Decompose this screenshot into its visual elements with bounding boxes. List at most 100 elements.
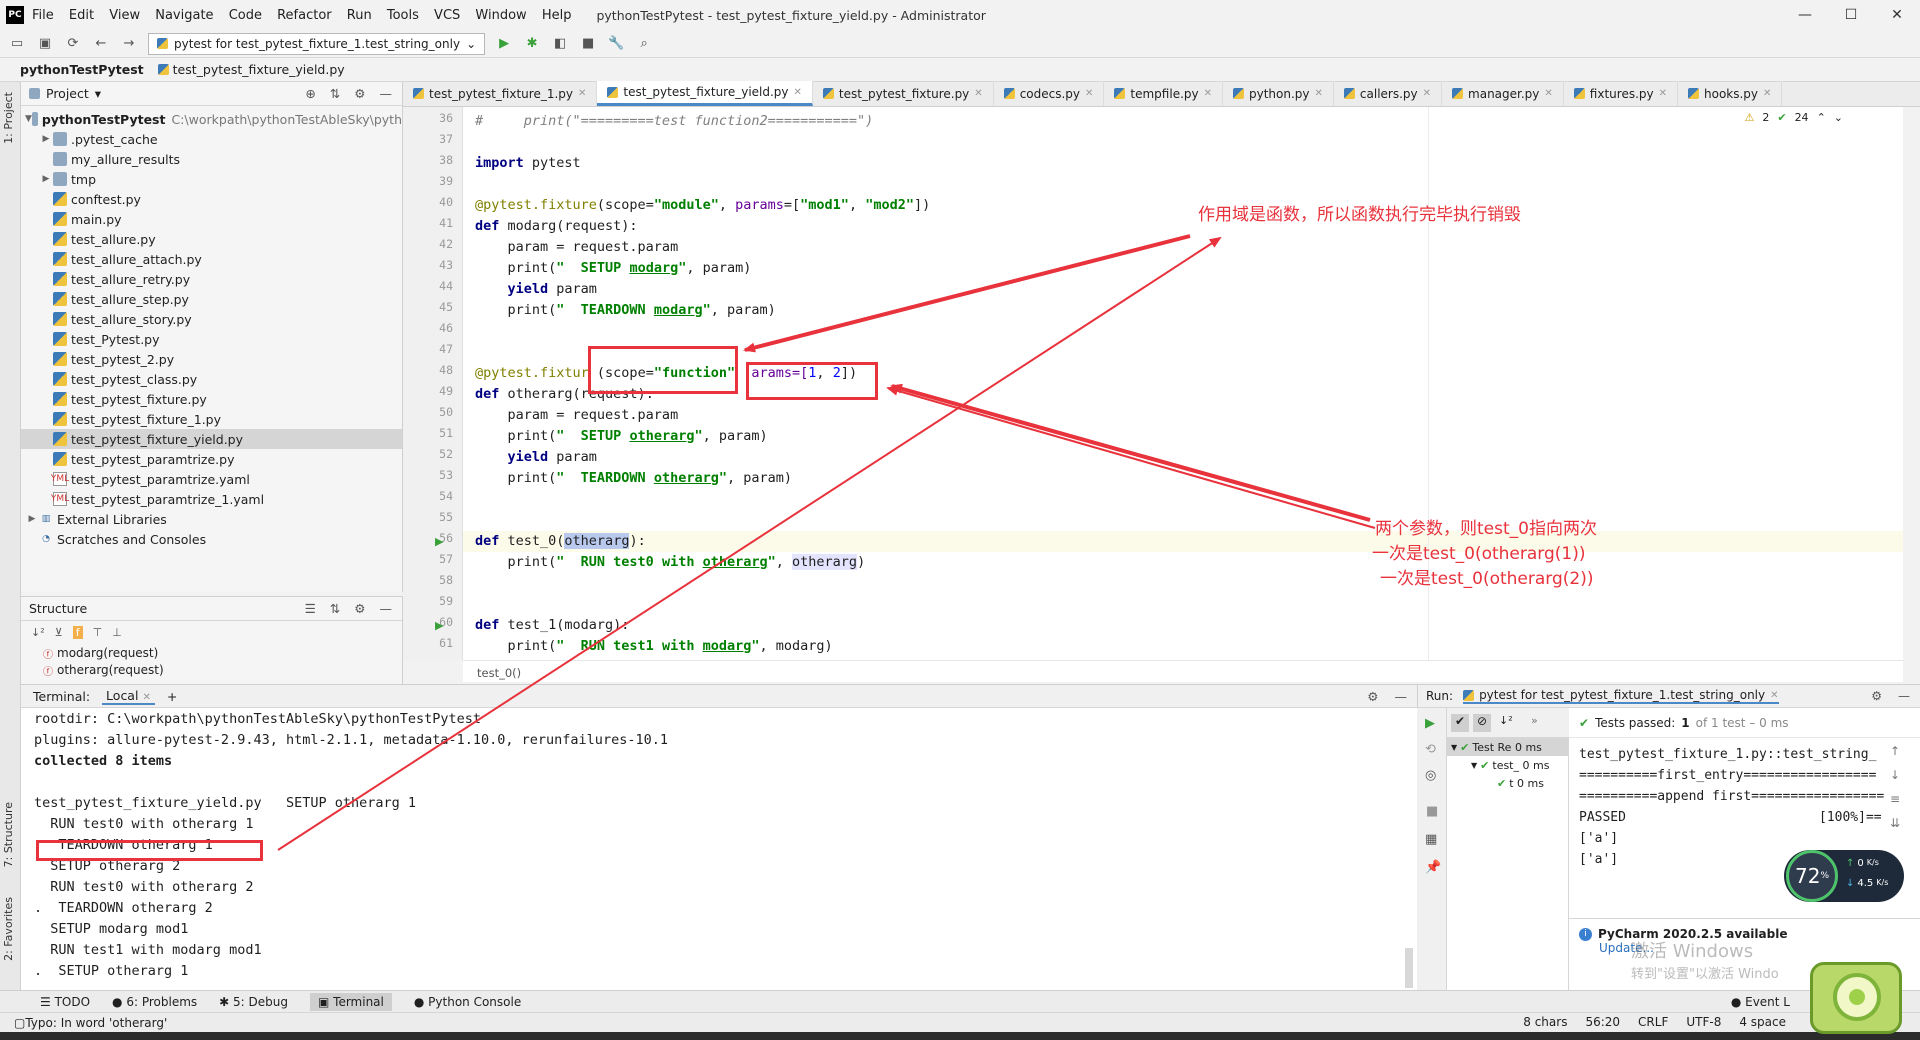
tree-item[interactable]: test_allure_story.py: [21, 309, 402, 329]
run-config-select[interactable]: pytest for test_pytest_fixture_1.test_st…: [148, 32, 486, 55]
tree-item[interactable]: my_allure_results: [21, 149, 402, 169]
editor-tab[interactable]: test_pytest_fixture.py ✕: [813, 81, 994, 106]
editor-tab[interactable]: hooks.py ✕: [1678, 81, 1783, 106]
inspection-widget[interactable]: ⚠ 2 ✔ 24 ⌃ ⌄: [1744, 111, 1843, 124]
close-icon[interactable]: ✕: [1204, 88, 1212, 99]
favorites-tool-tab[interactable]: 2: Favorites: [2, 897, 15, 961]
open-folder-icon[interactable]: ▭: [8, 35, 26, 53]
scroll-end-icon[interactable]: ⇊: [1890, 816, 1912, 830]
tree-item[interactable]: test_allure.py: [21, 229, 402, 249]
run-gutter-icon[interactable]: ▶: [435, 535, 443, 548]
tree-item[interactable]: test_pytest_paramtrize.py: [21, 449, 402, 469]
close-icon[interactable]: ✕: [1085, 88, 1093, 99]
tree-item[interactable]: YML test_pytest_paramtrize.yaml: [21, 469, 402, 489]
chevron-down-icon[interactable]: ⌄: [1834, 111, 1843, 124]
chevron-right-icon[interactable]: ▶: [39, 134, 53, 144]
chevron-right-icon[interactable]: ▶: [25, 514, 39, 524]
tree-scratches[interactable]: ◔ Scratches and Consoles: [21, 529, 402, 549]
wrench-icon[interactable]: 🔧: [607, 35, 625, 53]
filter-icon[interactable]: ⊻: [55, 626, 63, 639]
tree-item[interactable]: YML test_pytest_paramtrize_1.yaml: [21, 489, 402, 509]
sort-icon[interactable]: ↓²: [31, 626, 45, 639]
test-tree-node[interactable]: ▼ ✔ test_ 0 ms: [1447, 756, 1568, 774]
editor-tab-active[interactable]: test_pytest_fixture_yield.py ✕: [597, 81, 813, 106]
file-encoding[interactable]: UTF-8: [1686, 1015, 1721, 1029]
close-icon[interactable]: ✕: [794, 87, 802, 98]
breadcrumb-file[interactable]: test_pytest_fixture_yield.py: [157, 62, 345, 77]
editor-tab[interactable]: codecs.py ✕: [994, 81, 1105, 106]
close-icon[interactable]: ✕: [1544, 88, 1552, 99]
close-icon[interactable]: ✕: [1423, 88, 1431, 99]
structure-item[interactable]: ⓕ modarg(request): [21, 643, 402, 663]
tree-item[interactable]: test_allure_step.py: [21, 289, 402, 309]
chevron-right-icon[interactable]: ▶: [39, 174, 53, 184]
gear-icon[interactable]: ⚙: [354, 86, 365, 101]
breadcrumb-project[interactable]: pythonTestPytest: [20, 62, 144, 77]
hide-icon[interactable]: —: [1898, 689, 1910, 703]
tree-item[interactable]: main.py: [21, 209, 402, 229]
minimize-icon[interactable]: —: [1782, 0, 1828, 30]
maximize-icon[interactable]: ☐: [1828, 0, 1874, 30]
debug-icon[interactable]: ✱: [523, 35, 541, 53]
run-gutter-icon[interactable]: ▶: [435, 619, 443, 632]
locate-icon[interactable]: ⊕: [305, 86, 315, 101]
debug-tab[interactable]: ✱ 5: Debug: [219, 995, 288, 1009]
close-icon[interactable]: ✕: [578, 88, 586, 99]
gear-icon[interactable]: ⚙: [354, 601, 365, 616]
structure-tool-tab[interactable]: 7: Structure: [2, 802, 15, 867]
menu-view[interactable]: View: [109, 8, 140, 23]
hide-icon[interactable]: —: [1395, 689, 1408, 704]
menu-file[interactable]: File: [32, 8, 54, 23]
problems-tab[interactable]: ● 6: Problems: [112, 995, 197, 1009]
add-icon[interactable]: +: [167, 689, 177, 704]
soft-wrap-icon[interactable]: ≡: [1890, 792, 1912, 806]
menu-tools[interactable]: Tools: [387, 8, 419, 23]
inherited-icon[interactable]: ⊤: [93, 626, 103, 639]
editor-tab[interactable]: test_pytest_fixture_1.py ✕: [403, 81, 598, 106]
save-icon[interactable]: ▣: [36, 35, 54, 53]
project-header-label[interactable]: Project: [46, 86, 89, 101]
chevron-down-icon[interactable]: ▼: [25, 114, 32, 124]
chevron-down-icon[interactable]: ▾: [95, 86, 101, 101]
tree-root[interactable]: ▼ pythonTestPytest C:\workpath\pythonTes…: [21, 109, 402, 129]
tree-item-selected[interactable]: test_pytest_fixture_yield.py: [21, 429, 402, 449]
terminal-tab[interactable]: ▣ Terminal: [310, 992, 392, 1011]
chevron-down-icon[interactable]: ▼: [1451, 743, 1457, 752]
menu-run[interactable]: Run: [347, 8, 372, 23]
arrow-down-icon[interactable]: ↓: [1890, 768, 1912, 782]
tree-item[interactable]: test_pytest_2.py: [21, 349, 402, 369]
gear-icon[interactable]: ⚙: [1367, 689, 1378, 704]
toggle-auto-test-icon[interactable]: ◎: [1425, 768, 1436, 783]
close-icon[interactable]: ✕: [974, 88, 982, 99]
tree-item[interactable]: test_allure_retry.py: [21, 269, 402, 289]
more-icon[interactable]: »: [1531, 714, 1538, 727]
caret-position[interactable]: 56:20: [1585, 1015, 1620, 1029]
close-icon[interactable]: ✕: [1763, 88, 1771, 99]
stop-icon[interactable]: ■: [579, 35, 597, 53]
show-ignored-icon[interactable]: ⊘: [1473, 714, 1491, 732]
tree-item[interactable]: test_Pytest.py: [21, 329, 402, 349]
hide-icon[interactable]: —: [380, 601, 393, 616]
pin-icon[interactable]: 📌: [1425, 860, 1441, 875]
close-icon[interactable]: ✕: [1659, 88, 1667, 99]
tree-external-libraries[interactable]: ▶ ▥ External Libraries: [21, 509, 402, 529]
tree-item[interactable]: ▶ .pytest_cache: [21, 129, 402, 149]
tree-item[interactable]: test_allure_attach.py: [21, 249, 402, 269]
project-tool-tab[interactable]: 1: Project: [2, 92, 15, 144]
run-icon[interactable]: ▶: [495, 35, 513, 53]
close-icon[interactable]: ✕: [1874, 0, 1920, 30]
tree-item[interactable]: test_pytest_class.py: [21, 369, 402, 389]
rerun-icon[interactable]: ▶: [1425, 716, 1435, 731]
chevron-down-icon[interactable]: ▼: [1471, 761, 1477, 770]
menu-navigate[interactable]: Navigate: [155, 8, 213, 23]
rerun-failed-icon[interactable]: ⟲: [1425, 742, 1436, 757]
menu-help[interactable]: Help: [542, 8, 572, 23]
test-tree-leaf[interactable]: ✔ t 0 ms: [1447, 774, 1568, 792]
search-icon[interactable]: ⌕: [635, 35, 653, 53]
forward-icon[interactable]: →: [120, 35, 138, 53]
editor-tab[interactable]: python.py ✕: [1223, 81, 1334, 106]
tree-item[interactable]: ▶ tmp: [21, 169, 402, 189]
editor-tab[interactable]: tempfile.py ✕: [1104, 81, 1223, 106]
run-tab[interactable]: pytest for test_pytest_fixture_1.test_st…: [1463, 688, 1779, 704]
editor-tab[interactable]: callers.py ✕: [1334, 81, 1443, 106]
